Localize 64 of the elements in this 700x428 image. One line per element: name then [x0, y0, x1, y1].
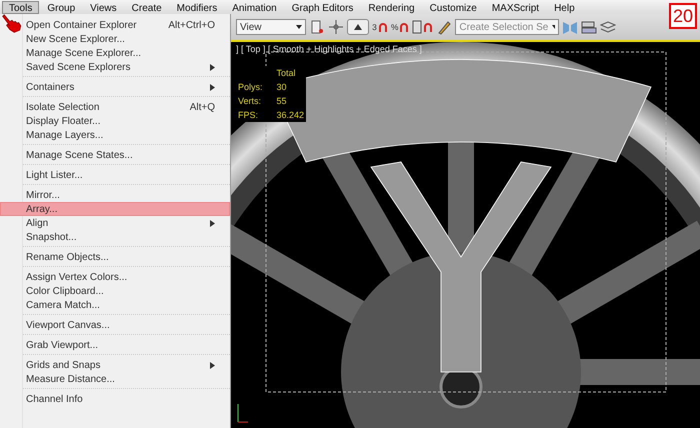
menu-item[interactable]: Channel Info	[0, 392, 230, 406]
menu-item[interactable]: Rename Objects...	[0, 250, 230, 264]
menu-item[interactable]: Align	[0, 216, 230, 230]
menu-item[interactable]: Saved Scene Explorers	[0, 60, 230, 74]
select-tool-icon[interactable]	[310, 19, 324, 35]
menu-item[interactable]: Manage Scene Explorer...	[0, 46, 230, 60]
submenu-arrow-icon	[210, 84, 215, 90]
caret-icon	[296, 25, 302, 29]
stat-label: Verts:	[238, 96, 262, 106]
align-icon[interactable]	[581, 19, 598, 35]
submenu-arrow-icon	[210, 64, 215, 70]
menu-title[interactable]: Help	[547, 0, 582, 14]
stat-value: 55	[276, 96, 288, 106]
triangle-icon	[353, 23, 363, 31]
magnet-icon	[378, 22, 388, 32]
menu-item[interactable]: Open Container Explorer Alt+Ctrl+O	[0, 18, 230, 32]
stat-value: 36.242	[276, 110, 304, 120]
menu-title[interactable]: MAXScript	[484, 0, 546, 14]
snap-button[interactable]	[347, 19, 369, 35]
menu-item[interactable]: Color Clipboard...	[0, 284, 230, 298]
menu-item[interactable]: Containers	[0, 80, 230, 94]
submenu-arrow-icon	[210, 220, 215, 226]
layers-icon[interactable]	[600, 19, 616, 35]
menu-item[interactable]: Mirror...	[0, 188, 230, 202]
menu-item[interactable]: Light Lister...	[0, 168, 230, 182]
menu-item[interactable]: Measure Distance...	[0, 372, 230, 386]
menu-title[interactable]: Graph Editors	[284, 0, 360, 14]
hand-cursor-icon	[2, 12, 22, 34]
stat-value: 30	[276, 82, 288, 92]
snap-toggle-button[interactable]: 3	[372, 17, 388, 37]
menu-item[interactable]: Grids and Snaps	[0, 358, 230, 372]
menu-item[interactable]: Viewport Canvas...	[0, 318, 230, 332]
menu-title[interactable]: Rendering	[361, 0, 422, 14]
menu-item[interactable]: Manage Layers...	[0, 128, 230, 142]
spinner-icon	[412, 20, 422, 34]
caret-icon	[552, 25, 556, 29]
menu-item[interactable]: Snapshot...	[0, 230, 230, 244]
menu-title[interactable]: Views	[83, 0, 124, 14]
move-icon[interactable]	[328, 19, 344, 35]
axis-gizmo-icon	[236, 402, 250, 424]
menu-item[interactable]: Display Floater...	[0, 114, 230, 128]
stats-heading: Total	[276, 68, 297, 78]
menu-title[interactable]: Tools	[2, 0, 40, 14]
menu-item[interactable]: Camera Match...	[0, 298, 230, 312]
menu-title[interactable]: Group	[40, 0, 82, 14]
menu-title[interactable]: Animation	[225, 0, 284, 14]
stat-label: Polys:	[238, 82, 263, 92]
menu-item[interactable]: Manage Scene States...	[0, 148, 230, 162]
magnet-icon	[423, 22, 434, 32]
submenu-arrow-icon	[210, 362, 215, 368]
menu-item[interactable]: Isolate Selection Alt+Q	[0, 100, 230, 114]
menu-item[interactable]: Array...	[0, 202, 230, 216]
magnet-icon	[399, 22, 410, 32]
snap-toggle-button[interactable]: %	[391, 17, 410, 37]
menu-title[interactable]: Create	[124, 0, 169, 14]
stat-label: FPS:	[238, 110, 260, 120]
menu-item[interactable]: Grab Viewport...	[0, 338, 230, 352]
view-dropdown[interactable]: View	[236, 19, 306, 35]
menu-title[interactable]: Modifiers	[170, 0, 224, 14]
edit-pencil-icon[interactable]	[437, 19, 452, 35]
menu-item[interactable]: Assign Vertex Colors...	[0, 270, 230, 284]
viewport-label[interactable]: ] [ Top ] [ Smooth + Highlights + Edged Faces ]	[236, 44, 422, 54]
step-badge: 20	[669, 3, 697, 29]
menu-title[interactable]: Customize	[422, 0, 484, 14]
